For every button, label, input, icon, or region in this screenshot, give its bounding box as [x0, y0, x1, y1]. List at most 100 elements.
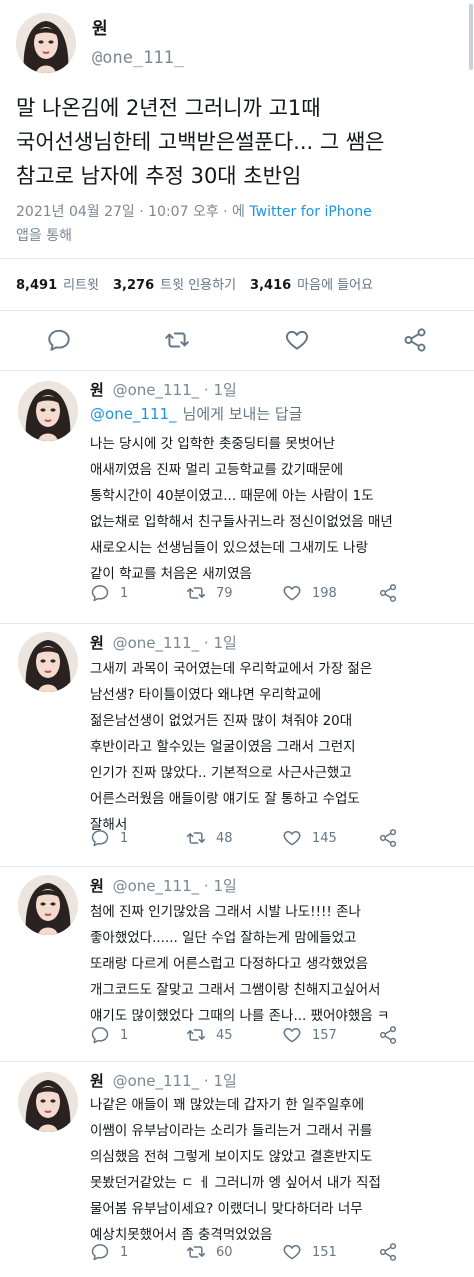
reply-text-line: 또래랑 다르게 어른스럽고 다정하다고 생각했었음 — [90, 956, 368, 972]
quotes-stat[interactable]: 3,276 트윗 인용하기 — [113, 274, 236, 293]
heart-icon — [285, 330, 309, 350]
reply-text-line: 남선생? 타이틀이였다 왜냐면 우리학교에 — [90, 687, 322, 703]
reply-to-suffix: 님에게 보내는 답글 — [182, 405, 303, 423]
reply-text-line: 나같은 애들이 꽤 많았는데 갑자기 한 일주일후에 — [90, 1097, 365, 1113]
reply-count: 1 — [120, 1244, 129, 1260]
author-handle[interactable]: @one_111_ — [113, 634, 200, 652]
divider — [0, 258, 474, 259]
author-name[interactable]: 원 — [90, 1072, 104, 1090]
retweet-button[interactable] — [164, 327, 190, 353]
reply-text-line: 못봤던거같았는 ㄷ ㅔ 그러니까 엥 싶어서 내가 직접 — [90, 1175, 381, 1191]
reply-header: 원 @one_111_ · 1일 — [90, 875, 237, 896]
reply-button[interactable]: 1 — [90, 828, 128, 848]
reply-time[interactable]: · 1일 — [204, 381, 237, 399]
retweet-icon — [186, 1246, 206, 1258]
retweet-button[interactable]: 60 — [186, 1242, 233, 1262]
reply-text-line: 나는 당시에 갓 입학한 촛중딩티를 못벗어난 — [90, 436, 336, 452]
reply-time[interactable]: · 1일 — [204, 877, 237, 895]
retweet-count: 45 — [216, 1027, 233, 1043]
tweet-text-line: 말 나온김에 2년전 그러니까 고1때 — [16, 96, 321, 120]
tweet-text-line: 국어선생님한테 고백받은썰푼다... 그 쌤은 — [16, 130, 385, 154]
share-button[interactable] — [378, 1242, 398, 1262]
reply-text-line: 그새끼 과목이 국어였는데 우리학교에서 가장 젊은 — [90, 661, 373, 677]
reply-actions: 1 79 198 — [90, 583, 450, 609]
reply-tweet[interactable]: 원 @one_111_ · 1일 첨에 진짜 인기많았음 그래서 시발 나도!!… — [0, 867, 474, 1061]
reply-text-line: 물어봄 유부남이세요? 이랬더니 맞다하더라 너무 — [90, 1201, 363, 1217]
avatar[interactable] — [18, 875, 78, 935]
timestamp[interactable]: 2021년 04월 27일 · 10:07 오후 · 에 — [16, 204, 245, 220]
author-name[interactable]: 원 — [90, 381, 104, 399]
share-button[interactable] — [378, 583, 398, 603]
retweet-icon — [186, 587, 206, 599]
quotes-count: 3,276 — [113, 278, 155, 293]
avatar-illustration — [18, 875, 78, 935]
avatar[interactable] — [18, 381, 78, 441]
likes-label: 마음에 들어요 — [297, 278, 374, 293]
reply-tweet[interactable]: 원 @one_111_ · 1일 그새끼 과목이 국어였는데 우리학교에서 가장… — [0, 624, 474, 866]
likes-stat[interactable]: 3,416 마음에 들어요 — [250, 274, 373, 293]
retweet-button[interactable]: 79 — [186, 583, 233, 603]
retweet-button[interactable]: 45 — [186, 1025, 233, 1045]
reply-text-line: 새로오시는 선생님들이 있으셨는데 그새끼도 나랑 — [90, 540, 368, 556]
author-handle[interactable]: @one_111_ — [113, 381, 200, 399]
avatar-illustration — [18, 632, 78, 692]
reply-tweet[interactable]: 원 @one_111_ · 1일 나같은 애들이 꽤 많았는데 갑자기 한 일주… — [0, 1062, 474, 1277]
reply-text-line: 첨에 진짜 인기많았음 그래서 시발 나도!!!! 존나 — [90, 904, 361, 920]
avatar-illustration — [18, 1072, 78, 1132]
avatar[interactable] — [18, 1072, 78, 1132]
like-count: 151 — [312, 1244, 337, 1260]
share-button[interactable] — [378, 1025, 398, 1045]
reply-header: 원 @one_111_ · 1일 — [90, 379, 237, 400]
like-button[interactable]: 198 — [282, 583, 337, 603]
share-button[interactable] — [402, 327, 428, 353]
like-count: 145 — [312, 830, 337, 846]
reply-text-line: 젊은남선생이 없었거든 진짜 많이 쳐줘야 20대 — [90, 713, 353, 729]
replying-to: @one_111_ 님에게 보내는 답글 — [90, 403, 302, 424]
source-suffix: 앱을 통해 — [16, 228, 72, 244]
reply-icon — [48, 329, 70, 351]
like-count: 157 — [312, 1027, 337, 1043]
author-name[interactable]: 원 — [90, 877, 104, 895]
main-tweet: 원 @one_111_ 말 나온김에 2년전 그러니까 고1때 국어선생님한테 … — [0, 0, 474, 372]
quotes-label: 트윗 인용하기 — [160, 278, 237, 293]
reply-text: 그새끼 과목이 국어였는데 우리학교에서 가장 젊은 남선생? 타이틀이였다 왜… — [90, 656, 462, 838]
tweet-actions — [0, 322, 474, 362]
reply-button[interactable]: 1 — [90, 1025, 128, 1045]
author-name[interactable]: 원 — [90, 634, 104, 652]
like-button[interactable]: 151 — [282, 1242, 337, 1262]
reply-count: 1 — [120, 585, 129, 601]
reply-button[interactable]: 1 — [90, 583, 128, 603]
heart-icon — [283, 831, 301, 846]
avatar[interactable] — [16, 13, 76, 73]
author-handle[interactable]: @one_111_ — [113, 1072, 200, 1090]
retweets-stat[interactable]: 8,491 리트윗 — [16, 274, 99, 293]
reply-time[interactable]: · 1일 — [204, 634, 237, 652]
author-name[interactable]: 원 — [92, 14, 108, 39]
reply-tweet[interactable]: 원 @one_111_ · 1일 @one_111_ 님에게 보내는 답글 나는 … — [0, 371, 474, 625]
reply-text-line: 좋아했었다...... 일단 수업 잘하는게 맘에들었고 — [90, 930, 357, 946]
avatar-illustration — [18, 381, 78, 441]
reply-text-line: 통학시간이 40분이였고... 때문에 아는 사람이 1도 — [90, 488, 374, 504]
reply-button[interactable] — [46, 327, 72, 353]
retweet-icon — [165, 332, 189, 348]
likes-count: 3,416 — [250, 278, 292, 293]
like-button[interactable]: 157 — [282, 1025, 337, 1045]
share-button[interactable] — [378, 828, 398, 848]
reply-actions: 1 48 145 — [90, 828, 450, 854]
reply-time[interactable]: · 1일 — [204, 1072, 237, 1090]
like-button[interactable] — [284, 327, 310, 353]
reply-icon — [91, 830, 109, 847]
reply-button[interactable]: 1 — [90, 1242, 128, 1262]
author-handle[interactable]: @one_111_ — [92, 48, 184, 68]
avatar[interactable] — [18, 632, 78, 692]
author-handle[interactable]: @one_111_ — [113, 877, 200, 895]
like-button[interactable]: 145 — [282, 828, 337, 848]
reply-actions: 1 60 151 — [90, 1242, 450, 1268]
source-link[interactable]: Twitter for iPhone — [249, 204, 371, 220]
reply-icon — [91, 1244, 109, 1261]
reply-icon — [91, 1027, 109, 1044]
reply-to-mention[interactable]: @one_111_ — [90, 405, 177, 423]
retweet-button[interactable]: 48 — [186, 828, 233, 848]
reply-text-line: 애새끼였음 진짜 멀리 고등학교를 갔기때문에 — [90, 462, 344, 478]
reply-icon — [91, 585, 109, 602]
